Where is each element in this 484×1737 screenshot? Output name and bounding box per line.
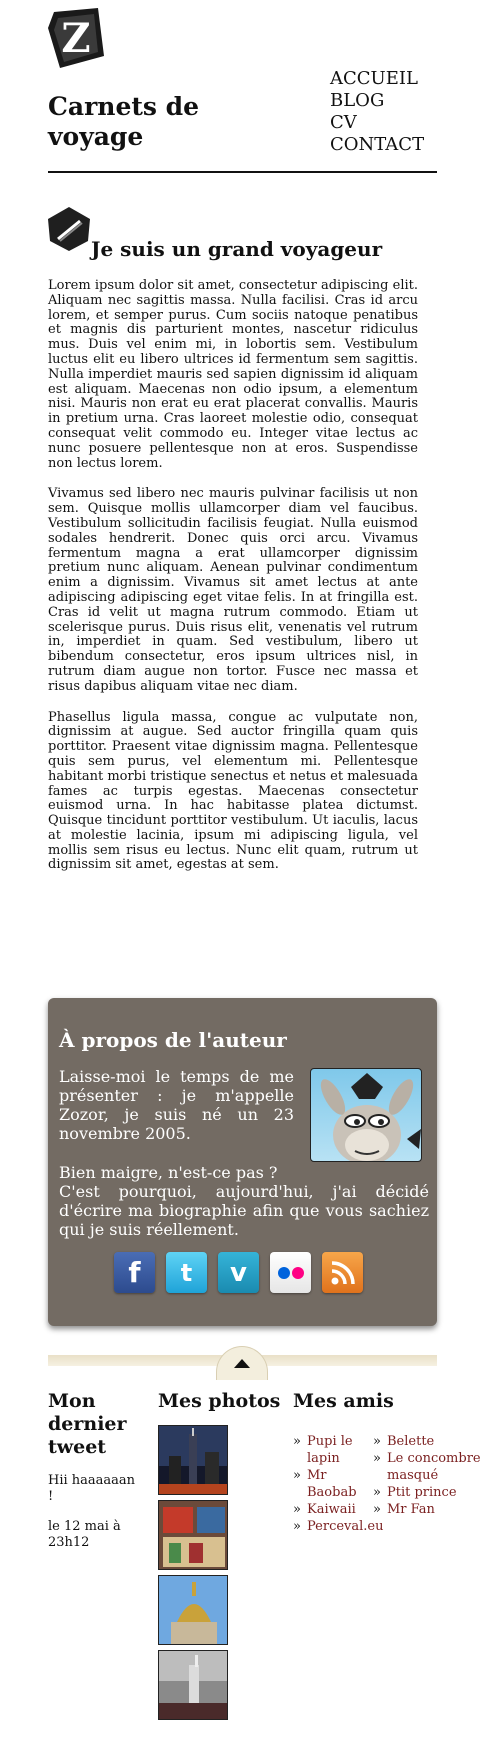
zozor-logo-icon[interactable]: Z [46, 8, 106, 70]
article-paragraph: Lorem ipsum dolor sit amet, consectetur … [48, 278, 418, 471]
nav-item-accueil[interactable]: ACCUEIL [330, 68, 424, 90]
site-title: Carnets de voyage [48, 92, 200, 151]
nav-item-contact[interactable]: CONTACT [330, 134, 424, 156]
nav-item-blog[interactable]: BLOG [330, 90, 424, 112]
photos-column: Mes photos [158, 1390, 281, 1720]
city-skyline-photo[interactable] [158, 1425, 228, 1495]
statue-liberty-photo[interactable] [158, 1650, 228, 1720]
friends-list: Belette Le concombre masqué Ptit prince … [373, 1433, 483, 1518]
friend-link[interactable]: Pupi le lapin [293, 1433, 373, 1467]
nav-item-cv[interactable]: CV [330, 112, 424, 134]
author-box: À propos de l'auteur Laisse-moi le temps… [48, 998, 437, 1326]
friend-link[interactable]: Kaiwaii [293, 1501, 373, 1518]
header-divider [48, 171, 437, 173]
photos-column-title: Mes photos [158, 1390, 281, 1412]
friends-column-title: Mes amis [293, 1390, 394, 1412]
facebook-icon[interactable]: f [114, 1252, 155, 1293]
tweet-column-title: Mon dernier tweet [48, 1390, 127, 1458]
friends-column: Mes amis Pupi le lapin Mr Baobab Kaiwaii… [293, 1390, 483, 1535]
tweet-text: Hii haaaaaan ! [48, 1473, 136, 1504]
article-title: Je suis un grand voyageur [91, 237, 383, 261]
rss-icon[interactable] [322, 1252, 363, 1293]
author-bio: Laisse-moi le temps de me présenter : je… [59, 1067, 429, 1239]
pencil-badge-icon [48, 207, 90, 251]
vimeo-icon[interactable]: v [218, 1252, 259, 1293]
friend-link[interactable]: Mr Fan [373, 1501, 483, 1518]
article-paragraph: Phasellus ligula massa, congue ac vulput… [48, 709, 418, 873]
tweet-date: le 12 mai à 23h12 [48, 1519, 121, 1550]
flickr-icon[interactable] [270, 1252, 311, 1293]
twitter-icon[interactable]: t [166, 1252, 207, 1293]
author-bio-paragraph: C'est pourquoi, aujourd'hui, j'ai décidé… [59, 1182, 429, 1239]
triangle-up-icon [234, 1359, 250, 1368]
back-to-top-button[interactable] [216, 1346, 268, 1380]
golden-dome-photo[interactable] [158, 1575, 228, 1645]
article-body: Lorem ipsum dolor sit amet, consectetur … [48, 278, 418, 889]
friends-list: Pupi le lapin Mr Baobab Kaiwaii Perceval… [293, 1433, 384, 1535]
friend-link[interactable]: Belette [373, 1433, 483, 1450]
article-paragraph: Vivamus sed libero nec mauris pulvinar f… [48, 486, 418, 694]
svg-text:Z: Z [61, 15, 90, 62]
friend-link[interactable]: Mr Baobab [293, 1467, 373, 1501]
street-shop-photo[interactable] [158, 1500, 228, 1570]
tweet-column: Mon dernier tweet Hii haaaaaan ! le 12 m… [48, 1390, 143, 1551]
author-bio-paragraph: Laisse-moi le temps de me présenter : je… [59, 1067, 294, 1143]
friend-link[interactable]: Le concombre masqué [373, 1450, 483, 1484]
main-nav: ACCUEIL BLOG CV CONTACT [330, 68, 424, 156]
social-links: f t v [114, 1252, 363, 1293]
friend-link[interactable]: Ptit prince [373, 1484, 483, 1501]
author-bio-paragraph: Bien maigre, n'est-ce pas ? [59, 1163, 278, 1182]
friend-link[interactable]: Perceval.eu [293, 1518, 384, 1535]
author-box-title: À propos de l'auteur [59, 1028, 287, 1052]
